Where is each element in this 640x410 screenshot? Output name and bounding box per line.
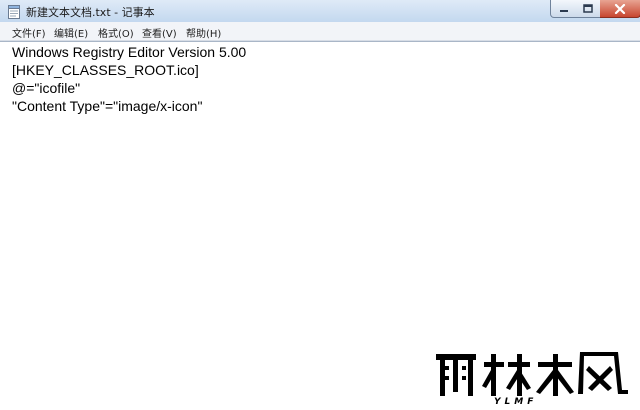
menu-view[interactable]: 查看(V) [142, 25, 177, 40]
ylmf-watermark-logo: YLMF [436, 352, 628, 406]
menu-bar: 文件(F) 编辑(E) 格式(O) 查看(V) 帮助(H) [0, 22, 640, 41]
editor-line-1: Windows Registry Editor Version 5.00 [12, 44, 247, 60]
minimize-icon [560, 9, 568, 12]
editor-line-3: @="icofile" [12, 80, 81, 96]
notepad-document-icon[interactable] [8, 4, 20, 19]
close-icon [614, 3, 626, 14]
menu-help[interactable]: 帮助(H) [186, 25, 221, 40]
menu-format[interactable]: 格式(O) [98, 25, 134, 40]
menu-edit[interactable]: 编辑(E) [54, 25, 88, 40]
maximize-icon [583, 4, 593, 13]
minimize-button[interactable] [550, 0, 578, 18]
close-button[interactable] [600, 0, 640, 18]
menu-file[interactable]: 文件(F) [12, 25, 46, 40]
editor-line-4: "Content Type"="image/x-icon" [12, 98, 203, 114]
title-bar[interactable]: 新建文本文档.txt - 记事本 [0, 0, 640, 22]
notepad-window: 新建文本文档.txt - 记事本 文件(F) 编辑(E) 格式(O) 查看(V)… [0, 0, 640, 410]
maximize-button[interactable] [576, 0, 601, 18]
watermark-subtext: YLMF [494, 397, 537, 406]
editor-line-2: [HKEY_CLASSES_ROOT.ico] [12, 62, 199, 78]
window-title: 新建文本文档.txt - 记事本 [26, 6, 155, 19]
